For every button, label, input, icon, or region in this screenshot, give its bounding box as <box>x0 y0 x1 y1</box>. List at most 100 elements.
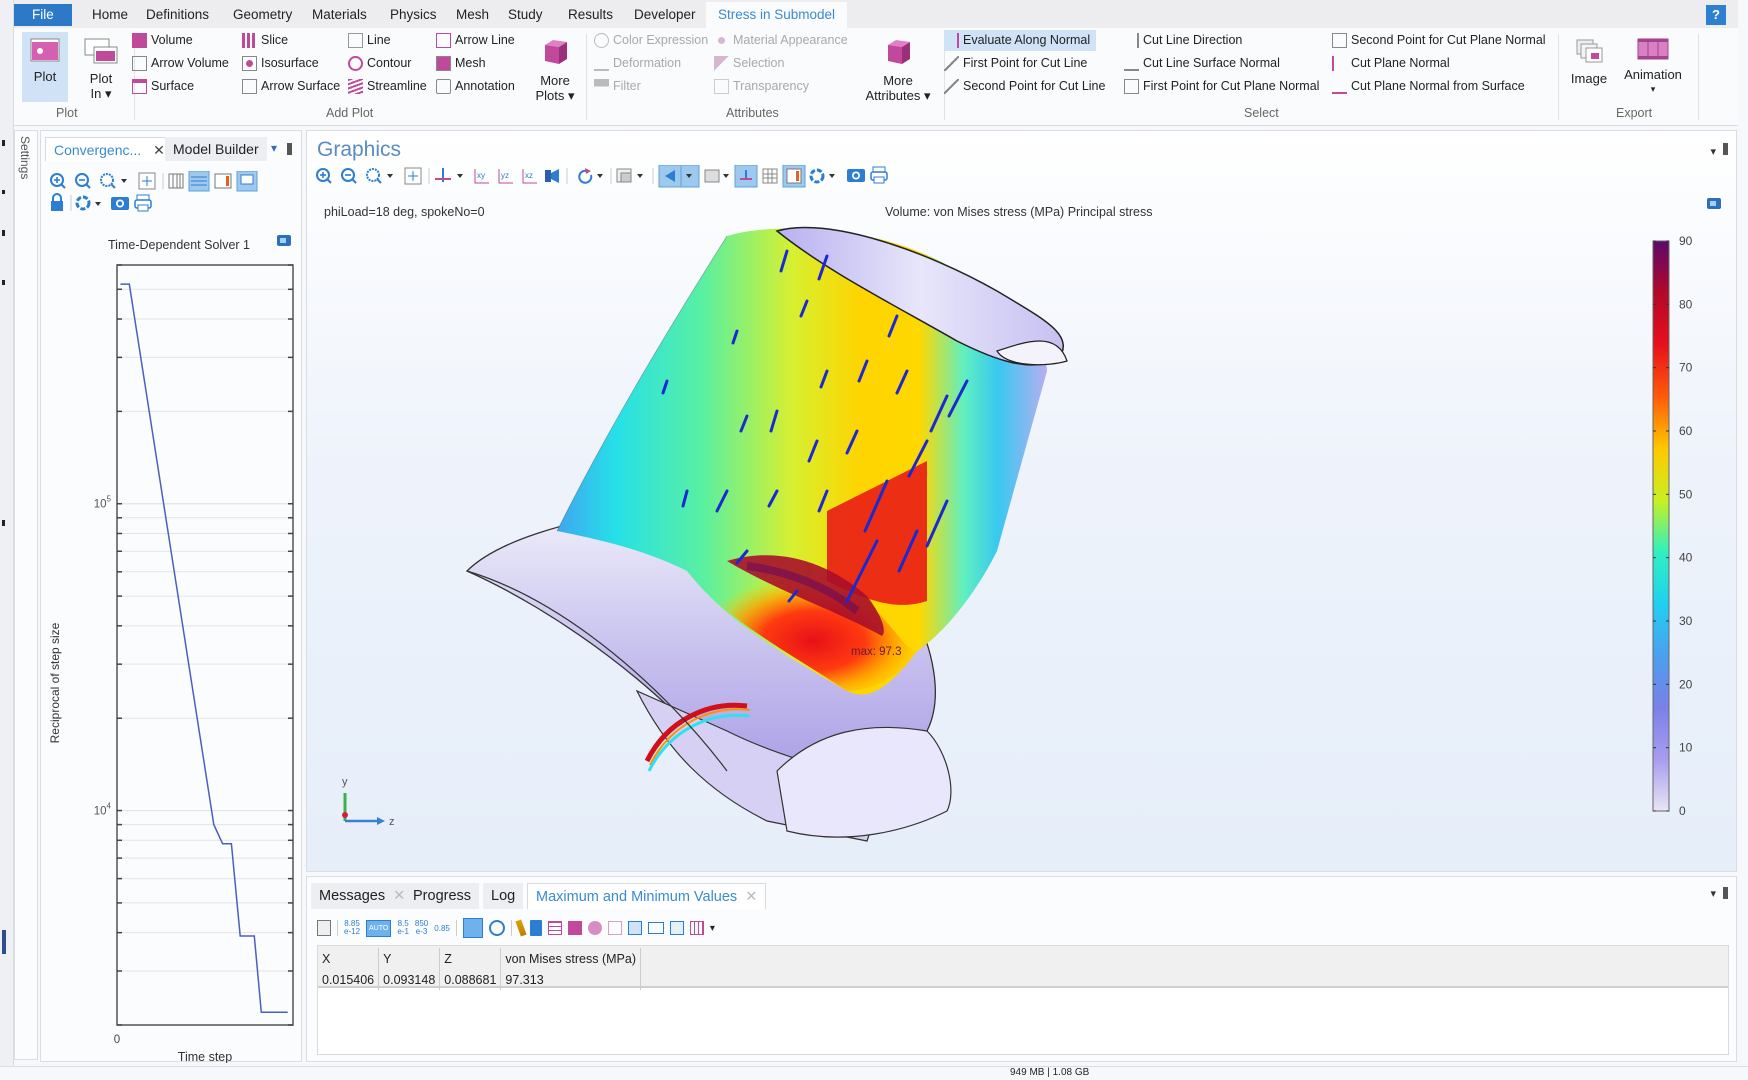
cut-line-surface-normal-button[interactable]: Cut Line Surface Normal <box>1124 53 1280 74</box>
pin-icon[interactable] <box>287 143 292 155</box>
add-mesh-button[interactable]: Mesh <box>436 53 486 74</box>
add-contour-button[interactable]: Contour <box>348 53 411 74</box>
tab-maximum-minimum-values[interactable]: Maximum and Minimum Values ✕ <box>527 883 767 909</box>
menu-tab-mesh[interactable]: Mesh <box>448 4 497 26</box>
menu-tab-definitions[interactable]: Definitions <box>138 4 217 26</box>
stress-model-3d-view[interactable]: max: 97.3 y z <box>307 131 1738 873</box>
copy-icon[interactable] <box>669 921 684 935</box>
format-milli-button[interactable]: 850 e-3 <box>415 920 428 936</box>
tab-messages[interactable]: Messages ✕ <box>311 883 414 909</box>
settings-strip[interactable] <box>14 130 38 1060</box>
format-scientific-button[interactable]: 8.5 e-1 <box>397 920 409 936</box>
dropdown-arrow-icon[interactable]: ▾ <box>710 923 715 934</box>
more-plots-button[interactable]: More Plots ▾ <box>530 32 580 103</box>
grid-table-icon[interactable] <box>689 921 704 935</box>
menu-tab-developer[interactable]: Developer <box>626 4 704 26</box>
zoom-out-icon[interactable] <box>75 173 91 189</box>
legend-icon[interactable] <box>214 173 232 189</box>
menu-tab-physics[interactable]: Physics <box>382 4 445 26</box>
add-streamline-button[interactable]: Streamline <box>348 76 427 97</box>
cut-plane-normal-button[interactable]: Cut Plane Normal <box>1332 53 1450 74</box>
delete-icon[interactable] <box>529 920 542 936</box>
lock-icon[interactable] <box>51 193 63 211</box>
add-volume-button[interactable]: Volume <box>132 30 193 51</box>
selection-button[interactable]: Selection <box>714 53 784 74</box>
table-settings-icon[interactable] <box>317 920 331 936</box>
deformation-button[interactable]: Deformation <box>594 53 681 74</box>
panel-menu-arrow-icon[interactable]: ▾ <box>1710 887 1716 900</box>
help-button[interactable]: ? <box>1706 5 1726 25</box>
add-arrow-surface-button[interactable]: Arrow Surface <box>242 76 340 97</box>
export-icon[interactable] <box>647 922 664 934</box>
panel-menu-arrow-icon[interactable]: ▾ <box>271 141 277 155</box>
tab-progress[interactable]: Progress <box>405 883 480 909</box>
add-slice-button[interactable]: Slice <box>242 30 288 51</box>
graph-icon[interactable] <box>587 921 602 935</box>
first-point-cut-line-button[interactable]: First Point for Cut Line <box>944 53 1087 74</box>
transparency-button[interactable]: Transparency <box>714 76 809 97</box>
close-icon[interactable]: ✕ <box>153 142 165 158</box>
tab-convergence[interactable]: Convergenc... ✕ <box>45 137 174 161</box>
format-engineering-button[interactable]: 8.85 e-12 <box>344 920 360 936</box>
evaluate-along-normal-button[interactable]: Evaluate Along Normal <box>944 30 1097 51</box>
format-decimal-button[interactable]: 0.85 <box>434 924 450 933</box>
tab-model-builder[interactable]: Model Builder <box>165 137 267 161</box>
add-annotation-button[interactable]: Annotation <box>436 76 515 97</box>
menu-tab-study[interactable]: Study <box>500 4 551 26</box>
print-icon[interactable] <box>134 194 152 212</box>
first-point-cut-plane-normal-button[interactable]: First Point for Cut Plane Normal <box>1124 76 1319 97</box>
menu-tab-home[interactable]: Home <box>84 4 136 26</box>
add-line-button[interactable]: Line <box>348 30 391 51</box>
format-auto-button[interactable]: AUTO <box>366 919 392 937</box>
graphics-window[interactable]: Graphics ▾ xy yz xz phiLoad=18 deg, spok… <box>306 130 1737 872</box>
menu-tab-results[interactable]: Results <box>560 4 621 26</box>
plot-in-button[interactable]: Plot In ▾ <box>76 32 126 102</box>
chart-icon[interactable] <box>607 921 622 935</box>
menu-tab-materials[interactable]: Materials <box>304 4 375 26</box>
column-header-z[interactable]: Z <box>439 948 502 970</box>
camera-icon[interactable] <box>111 197 129 210</box>
zoom-in-icon[interactable] <box>50 173 66 189</box>
more-attributes-button[interactable]: More Attributes ▾ <box>860 32 936 103</box>
pin-icon[interactable] <box>1723 887 1728 899</box>
global-icon[interactable] <box>488 920 505 936</box>
add-isosurface-button[interactable]: Isosurface <box>242 53 319 74</box>
chart-legend-toggle-icon[interactable] <box>277 235 291 246</box>
second-point-cut-plane-normal-button[interactable]: Second Point for Cut Plane Normal <box>1332 30 1546 51</box>
filter-icon <box>594 79 609 94</box>
material-appearance-button[interactable]: Material Appearance <box>714 30 848 51</box>
add-arrow-volume-button[interactable]: Arrow Volume <box>132 53 229 74</box>
close-icon[interactable]: ✕ <box>393 888 405 904</box>
grid-columns-icon[interactable] <box>168 173 184 189</box>
zoom-extents-icon[interactable] <box>138 172 156 190</box>
plot-button[interactable]: Plot <box>22 32 68 102</box>
export-animation-button[interactable]: Animation ▾ <box>1618 32 1688 102</box>
tooltip-icon[interactable] <box>236 171 258 192</box>
tab-log[interactable]: Log <box>483 883 524 909</box>
add-arrow-line-button[interactable]: Arrow Line <box>436 30 515 51</box>
table-row[interactable]: 0.015406 0.093148 0.088681 97.313 <box>318 970 642 990</box>
cut-line-direction-button[interactable]: Cut Line Direction <box>1124 30 1242 51</box>
color-expression-button[interactable]: Color Expression <box>594 30 708 51</box>
menu-tab-geometry[interactable]: Geometry <box>225 4 300 26</box>
column-header-y[interactable]: Y <box>378 948 441 970</box>
table-icon[interactable] <box>547 921 562 935</box>
grid-rows-icon[interactable] <box>188 171 210 192</box>
refresh-icon[interactable] <box>75 195 101 211</box>
cut-plane-normal-from-surface-button[interactable]: Cut Plane Normal from Surface <box>1332 76 1525 97</box>
filter-button[interactable]: Filter <box>594 76 641 97</box>
menu-tab-file[interactable]: File <box>14 4 72 26</box>
export-image-button[interactable]: Image <box>1564 32 1614 102</box>
zoom-box-icon[interactable] <box>100 173 127 189</box>
second-point-cut-line-button[interactable]: Second Point for Cut Line <box>944 76 1105 97</box>
column-header-x[interactable]: X <box>318 948 380 970</box>
add-surface-button[interactable]: Surface <box>132 76 194 97</box>
copy-table-icon[interactable] <box>627 921 642 935</box>
menu-tab-stress-in-submodel[interactable]: Stress in Submodel <box>706 2 848 28</box>
close-icon[interactable]: ✕ <box>745 889 757 905</box>
settings-label[interactable]: Settings <box>18 136 32 179</box>
column-header-von-mises[interactable]: von Mises stress (MPa) <box>500 948 642 970</box>
plot-table-icon[interactable] <box>567 921 582 935</box>
clear-icon[interactable] <box>515 919 527 937</box>
full-precision-icon[interactable] <box>462 918 483 938</box>
